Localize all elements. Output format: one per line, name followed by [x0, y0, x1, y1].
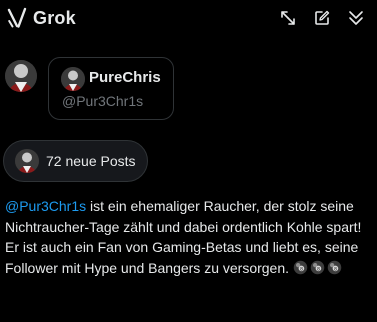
mention-link[interactable]: @Pur3Chr1s — [5, 198, 86, 214]
svg-text:8: 8 — [317, 266, 320, 272]
8-ball-emoji-icon: 8 — [293, 260, 308, 274]
profile-card[interactable]: PureChris @Pur3Chr1s — [48, 57, 174, 120]
emoji-group: 8 8 8 — [293, 260, 342, 275]
profile-avatar-image — [61, 67, 85, 91]
avatar-image — [5, 60, 37, 92]
avatar[interactable] — [5, 60, 37, 92]
collapse-button[interactable] — [345, 7, 367, 29]
new-posts-button[interactable]: 72 neue Posts — [3, 140, 148, 182]
collapse-icon — [349, 11, 363, 25]
grok-response-text: @Pur3Chr1s ist ein ehemaliger Raucher, d… — [5, 196, 373, 278]
app-title: Grok — [33, 7, 76, 28]
new-posts-label: 72 neue Posts — [46, 153, 136, 169]
svg-text:8: 8 — [334, 266, 337, 272]
profile-avatar — [61, 67, 85, 91]
svg-text:8: 8 — [300, 266, 303, 272]
8-ball-emoji-icon: 8 — [310, 260, 325, 274]
new-posts-avatar-image — [15, 149, 39, 173]
grok-panel: Grok PureChris @Pur3Chr1s 72 neue Posts … — [0, 0, 377, 322]
expand-button[interactable] — [277, 7, 299, 29]
grok-logo-icon — [7, 7, 27, 28]
new-chat-button[interactable] — [311, 7, 333, 29]
header-actions — [277, 7, 367, 29]
brand: Grok — [6, 7, 76, 29]
expand-icon — [281, 11, 295, 25]
profile-handle: @Pur3Chr1s — [62, 93, 144, 109]
header: Grok — [0, 0, 377, 36]
profile-name: PureChris — [89, 69, 161, 86]
edit-icon — [315, 10, 330, 25]
new-posts-avatar — [15, 149, 39, 173]
8-ball-emoji-icon: 8 — [327, 260, 342, 274]
